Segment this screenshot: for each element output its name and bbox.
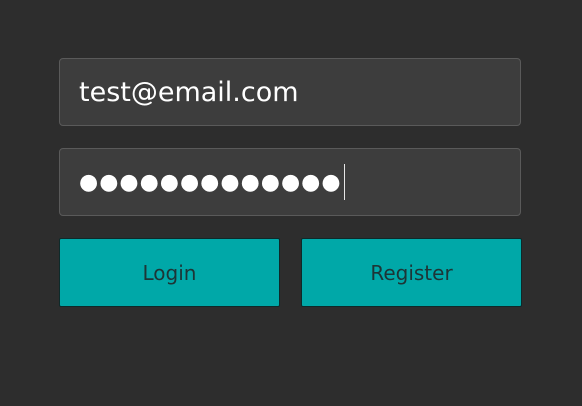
email-field[interactable]: test@email.com	[59, 58, 521, 126]
register-button[interactable]: Register	[301, 238, 522, 307]
login-button-label: Login	[142, 260, 197, 285]
password-value: ●●●●●●●●●●●●●	[79, 169, 342, 195]
register-button-label: Register	[370, 260, 453, 285]
password-field[interactable]: ●●●●●●●●●●●●●	[59, 148, 521, 216]
text-cursor	[343, 164, 345, 200]
login-button[interactable]: Login	[59, 238, 280, 307]
email-value: test@email.com	[79, 76, 299, 108]
